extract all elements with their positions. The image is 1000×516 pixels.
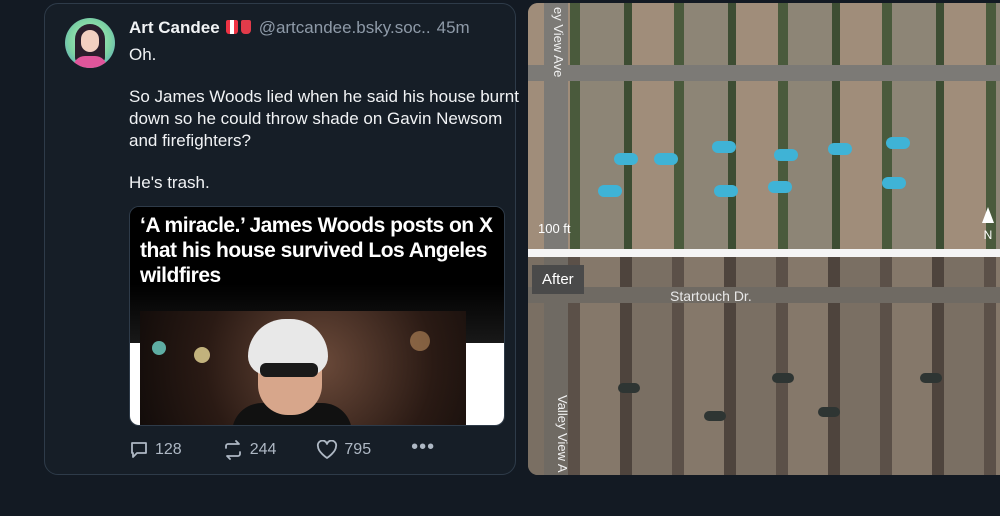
- pool: [618, 383, 640, 393]
- pool: [818, 407, 840, 417]
- popcorn-icon: [225, 20, 238, 34]
- link-embed-card[interactable]: ‘A miracle.’ James Woods posts on X that…: [129, 206, 505, 426]
- repost-button[interactable]: 244: [222, 440, 277, 460]
- repost-count: 244: [249, 441, 277, 458]
- embed-headline: ‘A miracle.’ James Woods posts on X that…: [140, 214, 493, 287]
- post-card[interactable]: Art Candee @artcandee.bsky.soc.. 45m Oh.…: [44, 3, 519, 475]
- pool: [768, 181, 792, 193]
- reply-icon: [131, 442, 147, 458]
- bokeh-light: [194, 347, 210, 363]
- north-arrow-icon: N: [982, 207, 994, 242]
- like-count: 795: [344, 441, 372, 458]
- post-actions: 128 244 795 •••: [129, 436, 435, 460]
- street-label-vertical: Valley View A: [555, 395, 570, 473]
- pool: [774, 149, 798, 161]
- image-divider: [528, 249, 1000, 257]
- post-time[interactable]: 45m: [437, 18, 470, 38]
- pool: [712, 141, 736, 153]
- pool: [772, 373, 794, 383]
- post-text: Oh. So James Woods lied when he said his…: [129, 44, 519, 214]
- reply-button[interactable]: 128: [129, 440, 182, 460]
- author-emojis: [225, 20, 251, 36]
- author-handle[interactable]: @artcandee.bsky.soc..: [259, 18, 431, 38]
- pool: [598, 185, 622, 197]
- satellite-comparison-image: ey View Ave 100 ft N After Startouch Dr.…: [528, 3, 1000, 475]
- post-paragraph: So James Woods lied when he said his hou…: [129, 87, 519, 150]
- pool: [704, 411, 726, 421]
- scale-label: 100 ft: [538, 221, 571, 236]
- repost-icon: [224, 440, 241, 460]
- after-label: After: [532, 265, 584, 294]
- like-button[interactable]: 795: [316, 440, 371, 460]
- pool: [614, 153, 638, 165]
- pool: [920, 373, 942, 383]
- pool: [714, 185, 738, 197]
- post-paragraph: He's trash.: [129, 173, 210, 192]
- avatar-shirt: [73, 56, 107, 68]
- avatar-face: [81, 30, 99, 52]
- more-options-button[interactable]: •••: [411, 436, 435, 459]
- heart-icon: [317, 440, 338, 459]
- pool: [654, 153, 678, 165]
- after-image: [528, 257, 1000, 475]
- before-image: [528, 3, 1000, 249]
- person-glasses: [260, 363, 318, 377]
- street-label-vertical: ey View Ave: [551, 7, 566, 78]
- post-header: Art Candee @artcandee.bsky.soc.. 45m: [129, 18, 470, 38]
- author-avatar[interactable]: [65, 18, 115, 68]
- pool: [882, 177, 906, 189]
- author-name[interactable]: Art Candee: [129, 18, 220, 38]
- bokeh-light: [410, 331, 430, 351]
- embed-photo: [140, 311, 466, 425]
- post-paragraph: Oh.: [129, 45, 157, 64]
- bokeh-light: [152, 341, 166, 355]
- cup-icon: [240, 20, 251, 34]
- north-label: N: [984, 228, 993, 242]
- pool: [886, 137, 910, 149]
- pool: [828, 143, 852, 155]
- reply-count: 128: [155, 441, 182, 458]
- street-label-horizontal: Startouch Dr.: [670, 288, 752, 304]
